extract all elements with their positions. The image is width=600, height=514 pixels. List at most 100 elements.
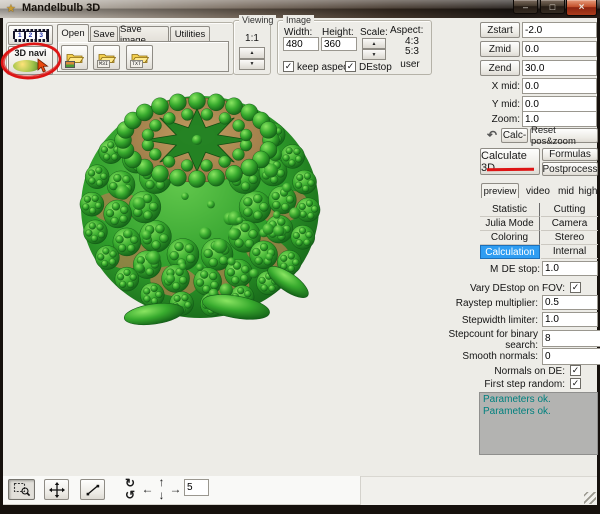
- calc-button[interactable]: Calc-: [501, 128, 528, 143]
- raystep-label: Raystep multiplier:: [437, 298, 538, 309]
- de-stop-field[interactable]: [542, 261, 598, 276]
- 3d-navi-button[interactable]: 3D navi: [8, 46, 53, 75]
- tab-internal[interactable]: Internal: [541, 245, 598, 259]
- app-window: ★ Mandelbulb 3D – □ × 1 2 3 3D navi: [0, 0, 600, 514]
- width-field[interactable]: [283, 37, 319, 51]
- tab-calculation[interactable]: Calculation: [480, 245, 540, 259]
- undo-icon[interactable]: ↶: [485, 128, 499, 142]
- formulas-button[interactable]: Formulas: [542, 148, 598, 161]
- normals-on-de-checkbox[interactable]: ✓: [570, 365, 581, 376]
- zmid-field[interactable]: [522, 41, 597, 57]
- xmid-field[interactable]: [522, 78, 597, 94]
- height-field[interactable]: [321, 37, 357, 51]
- tab-stereo[interactable]: Stereo: [541, 231, 598, 245]
- move-cross-icon: [49, 482, 65, 498]
- pan-left-icon[interactable]: ←: [141, 482, 154, 495]
- tab-coloring[interactable]: Coloring: [480, 231, 540, 245]
- check-icon: ✓: [285, 62, 293, 71]
- zend-button[interactable]: Zend: [480, 60, 520, 76]
- pan-up-icon[interactable]: ↑: [155, 475, 168, 488]
- viewing-ratio: 1:1: [234, 33, 270, 44]
- first-step-random-checkbox[interactable]: ✓: [570, 378, 581, 389]
- zend-field-wrap: [522, 60, 597, 76]
- step-field[interactable]: [184, 479, 209, 496]
- film-frame-2: 2: [26, 32, 35, 39]
- tab-cutting[interactable]: Cutting: [541, 203, 598, 217]
- select-zoom-tool-button[interactable]: [8, 479, 35, 500]
- tab-camera[interactable]: Camera: [541, 217, 598, 231]
- ymid-label: Y mid:: [476, 99, 520, 110]
- status-memo: Parameters ok. Parameters ok.: [479, 392, 598, 455]
- m3i-badge: M3I: [97, 60, 110, 68]
- world-map-icon: [13, 60, 40, 72]
- zmid-button[interactable]: Zmid: [480, 41, 520, 57]
- tab-open-label: Open: [61, 28, 84, 39]
- tab-preview[interactable]: preview: [481, 183, 519, 198]
- keep-aspect-checkbox[interactable]: ✓: [283, 61, 294, 72]
- animation-button[interactable]: 1 2 3: [8, 25, 53, 45]
- resize-grip[interactable]: [584, 492, 596, 504]
- spin-down-icon[interactable]: ▼: [362, 49, 386, 60]
- stepcount-field[interactable]: [542, 330, 600, 347]
- open-m3i-button[interactable]: M3I: [93, 45, 120, 70]
- stepwidth-field-wrap: [542, 312, 598, 327]
- move-tool-button[interactable]: [44, 479, 69, 500]
- txt-badge: TXT: [130, 60, 143, 68]
- render-viewport[interactable]: [4, 76, 355, 339]
- stepwidth-label: Stepwidth limiter:: [437, 315, 538, 326]
- zstart-button[interactable]: Zstart: [480, 22, 520, 38]
- pan-right-icon[interactable]: →: [169, 482, 182, 495]
- smooth-normals-label: Smooth normals:: [437, 351, 538, 362]
- image-badge: [65, 61, 75, 68]
- smooth-normals-spinedit: ▲ ▼: [542, 348, 598, 365]
- calculate-3d-button[interactable]: Calculate 3D: [480, 148, 540, 175]
- aspect-5-3[interactable]: 5:3: [396, 46, 428, 57]
- pan-down-icon[interactable]: ↓: [155, 488, 168, 501]
- smooth-normals-field[interactable]: [542, 348, 600, 365]
- tab-save[interactable]: Save: [90, 26, 118, 42]
- close-button[interactable]: ×: [566, 0, 597, 16]
- tab-open[interactable]: Open: [57, 24, 89, 42]
- aspect-user[interactable]: user: [394, 59, 426, 70]
- spin-up-icon[interactable]: ▲: [362, 38, 386, 49]
- ymid-field[interactable]: [522, 96, 597, 112]
- slope-tool-button[interactable]: [80, 479, 105, 500]
- zstart-field[interactable]: [522, 22, 597, 38]
- tab-video[interactable]: video: [523, 186, 553, 197]
- postprocess-button[interactable]: Postprocess: [542, 162, 598, 176]
- raystep-field-wrap: [542, 295, 598, 310]
- tab-julia-mode[interactable]: Julia Mode: [480, 217, 540, 231]
- tab-mid[interactable]: mid: [555, 186, 577, 197]
- tab-statistic[interactable]: Statistic: [480, 203, 540, 217]
- film-strip-icon: 1 2 3: [13, 29, 49, 42]
- open-parameter-file-button[interactable]: [61, 45, 88, 70]
- status-line: Parameters ok.: [483, 406, 594, 418]
- vary-destop-checkbox[interactable]: ✓: [570, 282, 581, 293]
- tab-save-image[interactable]: Save image: [119, 26, 169, 42]
- destop-label: DEstop: [359, 62, 392, 73]
- scale-spinner[interactable]: ▲ ▼: [362, 38, 386, 60]
- destop-checkbox[interactable]: ✓: [345, 61, 356, 72]
- zstart-field-wrap: [522, 22, 597, 38]
- calculate-3d-label: Calculate 3D: [481, 150, 539, 174]
- tab-stereo-label: Stereo: [555, 232, 584, 243]
- tab-utilities[interactable]: Utilities: [170, 26, 210, 42]
- first-step-random-label: First step random:: [455, 379, 565, 390]
- maximize-button[interactable]: □: [540, 0, 565, 14]
- open-text-button[interactable]: TXT: [126, 45, 153, 70]
- selection-magnifier-icon: [13, 482, 31, 497]
- step-field-wrap: [184, 479, 209, 496]
- tab-calculation-label: Calculation: [485, 247, 534, 258]
- spin-up-icon[interactable]: ▲: [239, 47, 265, 59]
- xmid-field-wrap: [522, 78, 597, 94]
- viewing-spinner[interactable]: ▲ ▼: [239, 47, 265, 70]
- raystep-field[interactable]: [542, 295, 598, 310]
- reset-pos-zoom-button[interactable]: Reset pos&zoom: [530, 128, 598, 143]
- minimize-button[interactable]: –: [513, 0, 538, 14]
- tab-high[interactable]: high: [578, 186, 598, 197]
- spin-down-icon[interactable]: ▼: [239, 59, 265, 71]
- zend-field[interactable]: [522, 60, 597, 76]
- stepwidth-field[interactable]: [542, 312, 598, 327]
- rotate-ccw-icon[interactable]: ↺: [123, 488, 137, 501]
- zmid-field-wrap: [522, 41, 597, 57]
